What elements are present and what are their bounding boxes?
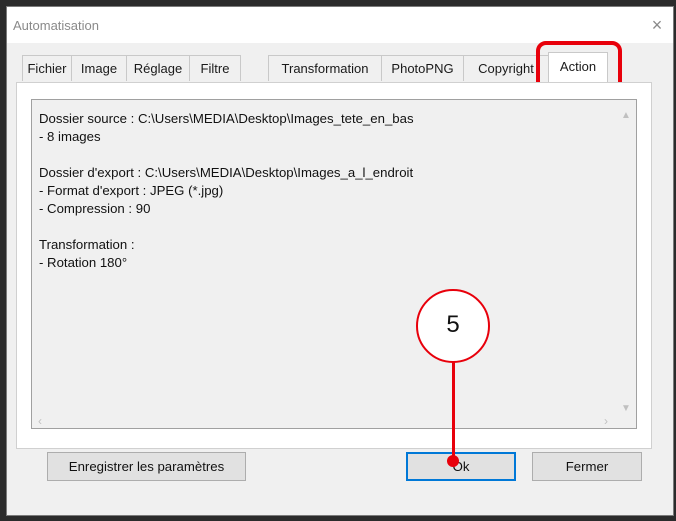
summary-line: - Rotation 180° (39, 255, 128, 270)
tab-transformation[interactable]: Transformation (268, 55, 382, 81)
step-callout: 5 (416, 289, 490, 363)
summary-line: Dossier d'export : C:\Users\MEDIA\Deskto… (39, 165, 414, 180)
summary-line: - Compression : 90 (39, 201, 151, 216)
title-bar: Automatisation × (7, 7, 673, 43)
summary-line: Dossier source : C:\Users\MEDIA\Desktop\… (39, 111, 414, 126)
tab-photopng[interactable]: PhotoPNG (381, 55, 464, 81)
save-settings-button[interactable]: Enregistrer les paramètres (47, 452, 246, 481)
summary-text: Dossier source : C:\Users\MEDIA\Desktop\… (39, 110, 414, 272)
window-title: Automatisation (13, 18, 99, 33)
summary-line (39, 146, 414, 164)
close-icon[interactable]: × (645, 13, 669, 37)
scroll-up-icon[interactable]: ▲ (620, 110, 632, 122)
scroll-right-icon[interactable]: › (604, 414, 608, 428)
ok-button[interactable]: Ok (406, 452, 516, 481)
summary-line: - 8 images (39, 129, 101, 144)
tab-image[interactable]: Image (71, 55, 127, 81)
tab-reglage[interactable]: Réglage (126, 55, 190, 81)
callout-dot (447, 455, 459, 467)
summary-line: - Format d'export : JPEG (*.jpg) (39, 183, 224, 198)
scroll-down-icon[interactable]: ▼ (620, 403, 632, 415)
tab-filtre[interactable]: Filtre (189, 55, 241, 81)
scroll-left-icon[interactable]: ‹ (38, 414, 42, 428)
close-button[interactable]: Fermer (532, 452, 642, 481)
summary-textbox[interactable]: Dossier source : C:\Users\MEDIA\Desktop\… (31, 99, 637, 429)
summary-line (39, 218, 414, 236)
tab-fichier[interactable]: Fichier (22, 55, 72, 81)
summary-line: Transformation : (39, 237, 135, 252)
callout-line (452, 361, 455, 460)
